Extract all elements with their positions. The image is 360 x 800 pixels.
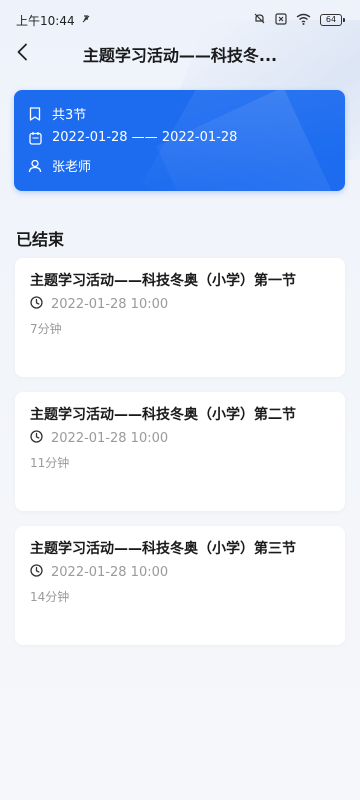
- chevron-left-icon: [16, 43, 28, 65]
- lesson-title: 主题学习活动——科技冬奥（小学）第二节: [30, 407, 296, 423]
- battery-level: 64: [325, 15, 337, 24]
- silent-icon: [253, 12, 266, 28]
- lesson-duration: 11分钟: [30, 456, 70, 470]
- page-title: 主题学习活动——科技冬...: [82, 46, 278, 65]
- calendar-icon: [28, 131, 42, 145]
- lesson-title: 主题学习活动——科技冬奥（小学）第三节: [30, 541, 296, 557]
- clock-icon: [30, 564, 43, 581]
- battery-icon: 64: [320, 14, 345, 26]
- status-bar: 上午10:44 64: [0, 0, 360, 40]
- lesson-card[interactable]: 主题学习活动——科技冬奥（小学）第三节 2022-01-28 10:00 14分…: [15, 526, 345, 645]
- course-info-card: 共3节 2022-01-28 —— 2022-01-28 张老师: [14, 90, 345, 191]
- lesson-duration: 7分钟: [30, 322, 62, 336]
- teacher-name: 张老师: [52, 160, 92, 175]
- lesson-time-row: 2022-01-28 10:00: [30, 564, 168, 581]
- app-header: 主题学习活动——科技冬...: [0, 36, 360, 72]
- person-icon: [28, 159, 42, 173]
- clock-icon: [30, 430, 43, 447]
- section-title-ended: 已结束: [16, 230, 65, 249]
- lesson-time: 2022-01-28 10:00: [51, 565, 169, 580]
- status-time: 上午10:44: [16, 13, 75, 28]
- status-right: 64: [253, 12, 345, 28]
- lessons-count: 共3节: [52, 108, 87, 123]
- lesson-title: 主题学习活动——科技冬奥（小学）第一节: [30, 273, 296, 289]
- lesson-duration: 14分钟: [30, 590, 70, 604]
- lesson-time: 2022-01-28 10:00: [51, 431, 169, 446]
- clock-icon: [30, 296, 43, 313]
- wifi-icon: [296, 13, 311, 28]
- lesson-card[interactable]: 主题学习活动——科技冬奥（小学）第一节 2022-01-28 10:00 7分钟: [15, 258, 345, 377]
- lesson-time: 2022-01-28 10:00: [51, 297, 169, 312]
- sync-off-icon: [81, 13, 91, 27]
- lesson-time-row: 2022-01-28 10:00: [30, 430, 168, 447]
- bookmark-icon: [28, 106, 42, 121]
- teacher-row: 张老师: [28, 156, 91, 175]
- lessons-count-row: 共3节: [28, 104, 86, 123]
- status-left: 上午10:44: [16, 12, 91, 29]
- date-range: 2022-01-28 —— 2022-01-28: [52, 130, 238, 145]
- back-button[interactable]: [8, 40, 36, 68]
- lesson-card[interactable]: 主题学习活动——科技冬奥（小学）第二节 2022-01-28 10:00 11分…: [15, 392, 345, 511]
- date-range-row: 2022-01-28 —— 2022-01-28: [28, 130, 237, 145]
- lesson-time-row: 2022-01-28 10:00: [30, 296, 168, 313]
- no-sim-icon: [275, 12, 287, 28]
